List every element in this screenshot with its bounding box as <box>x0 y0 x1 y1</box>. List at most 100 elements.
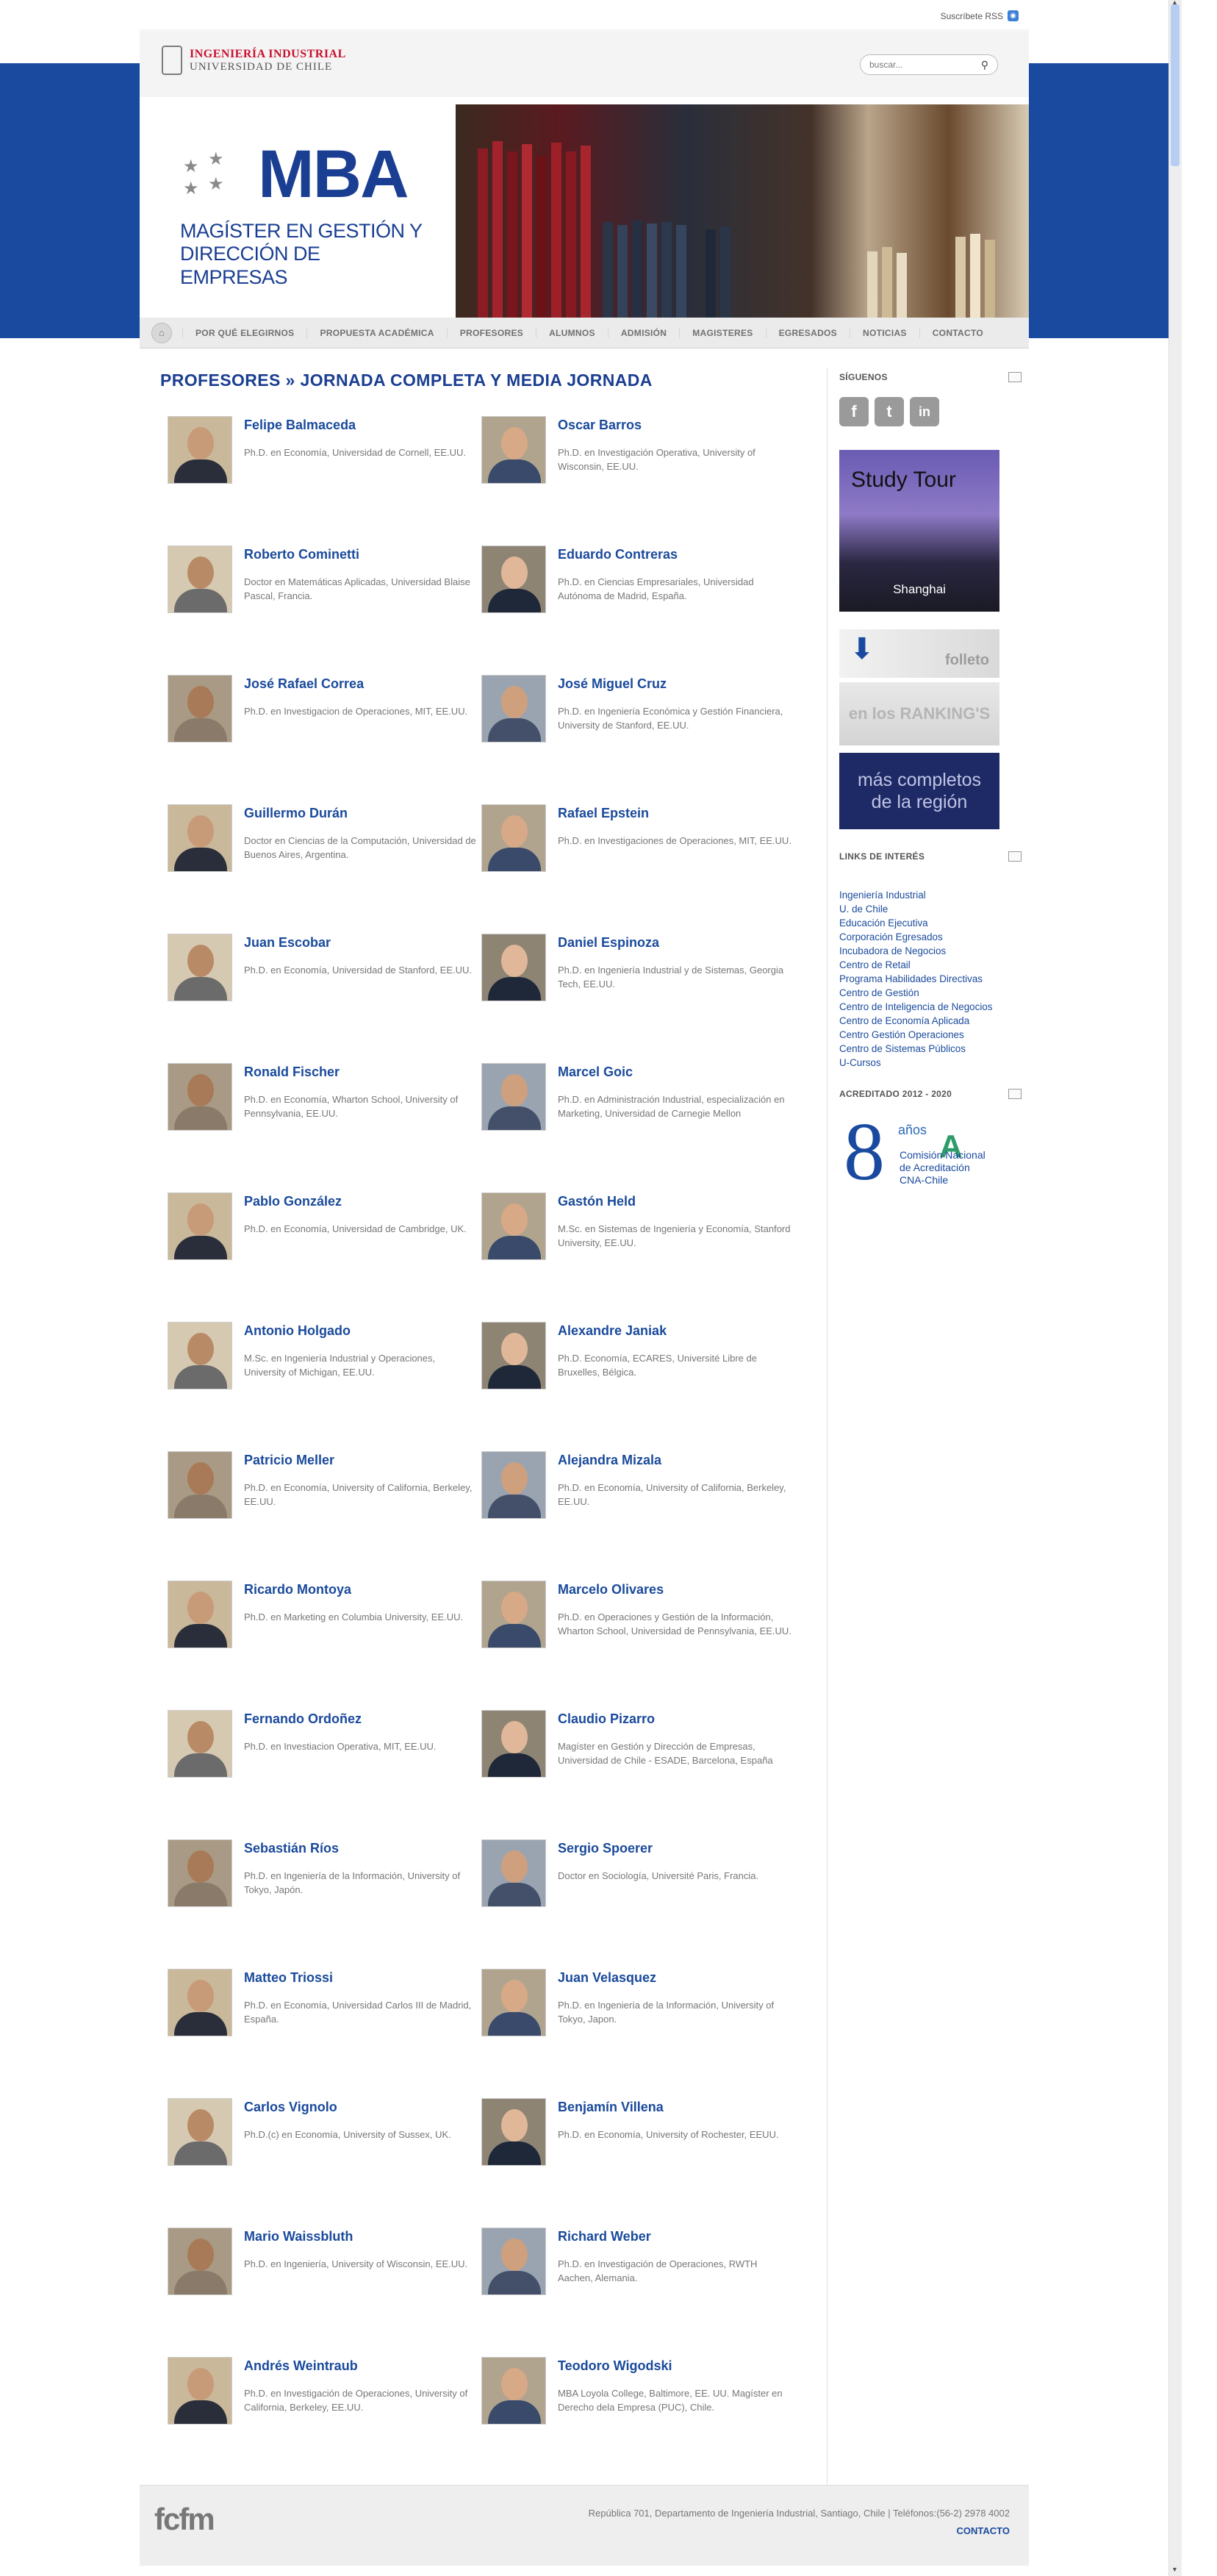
search-input[interactable] <box>869 60 972 70</box>
professor-card[interactable]: Ricardo Montoya Ph.D. en Marketing en Col… <box>168 1581 484 1661</box>
professor-photo[interactable] <box>168 1581 232 1648</box>
professor-card[interactable]: Ronald Fischer Ph.D. en Economía, Wharton… <box>168 1063 484 1144</box>
sidebar-link[interactable]: Programa Habilidades Directivas <box>839 972 1029 986</box>
professor-photo[interactable] <box>168 416 232 484</box>
professor-photo[interactable] <box>481 1581 546 1648</box>
professor-photo[interactable] <box>481 1192 546 1260</box>
professor-photo[interactable] <box>481 416 546 484</box>
sidebar-link[interactable]: U-Cursos <box>839 1056 1029 1070</box>
professor-card[interactable]: Alexandre Janiak Ph.D. Economía, ECARES, … <box>481 1322 797 1403</box>
professor-card[interactable]: Sergio Spoerer Doctor en Sociología, Univ… <box>481 1839 797 1920</box>
professor-photo[interactable] <box>168 545 232 613</box>
professor-name[interactable]: Matteo Triossi <box>244 1970 333 1986</box>
sidebar-link[interactable]: Incubadora de Negocios <box>839 944 1029 958</box>
professor-photo[interactable] <box>168 675 232 743</box>
professor-card[interactable]: Claudio Pizarro Magíster en Gestión y Dir… <box>481 1710 797 1791</box>
sidebar-link[interactable]: Centro Gestión Operaciones <box>839 1028 1029 1042</box>
professor-name[interactable]: Marcel Goic <box>558 1065 633 1080</box>
sidebar-link[interactable]: Centro de Gestión <box>839 986 1029 1000</box>
professor-name[interactable]: Carlos Vignolo <box>244 2100 337 2115</box>
professor-photo[interactable] <box>481 675 546 743</box>
professor-name[interactable]: Teodoro Wigodski <box>558 2358 672 2374</box>
scrollbar-thumb[interactable] <box>1171 4 1180 166</box>
professor-name[interactable]: Richard Weber <box>558 2229 651 2244</box>
nav-por-que-elegirnos[interactable]: POR QUÉ ELEGIRNOS <box>182 327 306 338</box>
search-box[interactable]: ⚲ <box>860 54 998 75</box>
professor-photo[interactable] <box>168 1451 232 1519</box>
nav-admision[interactable]: ADMISIÓN <box>607 327 679 338</box>
professor-card[interactable]: Daniel Espinoza Ph.D. en Ingeniería Indus… <box>481 934 797 1015</box>
nav-egresados[interactable]: EGRESADOS <box>765 327 850 338</box>
professor-card[interactable]: Felipe Balmaceda Ph.D. en Economía, Unive… <box>168 416 484 497</box>
professor-name[interactable]: Guillermo Durán <box>244 806 348 821</box>
professor-card[interactable]: Juan Escobar Ph.D. en Economía, Universid… <box>168 934 484 1015</box>
footer-contact-link[interactable]: CONTACTO <box>957 2525 1010 2536</box>
panel-toggle-icon[interactable] <box>1008 851 1022 862</box>
region-banner[interactable]: más completos de la región <box>839 753 999 829</box>
professor-photo[interactable] <box>168 1839 232 1907</box>
professor-photo[interactable] <box>481 2357 546 2425</box>
professor-photo[interactable] <box>168 804 232 872</box>
professor-photo[interactable] <box>481 545 546 613</box>
professor-name[interactable]: Benjamín Villena <box>558 2100 664 2115</box>
professor-name[interactable]: José Miguel Cruz <box>558 676 667 692</box>
professor-name[interactable]: Pablo González <box>244 1194 342 1209</box>
scrollbar[interactable]: ▲ ▼ <box>1168 0 1182 2576</box>
nav-propuesta-academica[interactable]: PROPUESTA ACADÉMICA <box>306 327 446 338</box>
nav-magisteres[interactable]: MAGISTERES <box>679 327 765 338</box>
professor-name[interactable]: Daniel Espinoza <box>558 935 659 951</box>
professor-card[interactable]: Rafael Epstein Ph.D. en Investigaciones d… <box>481 804 797 885</box>
professor-photo[interactable] <box>168 934 232 1001</box>
professor-card[interactable]: Juan Velasquez Ph.D. en Ingeniería de la … <box>481 1969 797 2050</box>
folleto-banner[interactable]: ⬇ folleto <box>839 629 999 678</box>
rss-icon[interactable]: ◉ <box>1008 10 1019 21</box>
professor-name[interactable]: Marcelo Olivares <box>558 1582 664 1598</box>
professor-card[interactable]: Teodoro Wigodski MBA Loyola College, Balt… <box>481 2357 797 2438</box>
professor-card[interactable]: José Rafael Correa Ph.D. en Investigacion… <box>168 675 484 756</box>
professor-name[interactable]: Felipe Balmaceda <box>244 418 356 433</box>
professor-card[interactable]: Eduardo Contreras Ph.D. en Ciencias Empre… <box>481 545 797 626</box>
professor-photo[interactable] <box>168 1063 232 1131</box>
professor-photo[interactable] <box>168 1192 232 1260</box>
professor-name[interactable]: Juan Escobar <box>244 935 331 951</box>
professor-name[interactable]: Andrés Weintraub <box>244 2358 358 2374</box>
professor-card[interactable]: Andrés Weintraub Ph.D. en Investigación d… <box>168 2357 484 2438</box>
professor-photo[interactable] <box>481 1451 546 1519</box>
professor-name[interactable]: Claudio Pizarro <box>558 1711 655 1727</box>
professor-photo[interactable] <box>168 1969 232 2036</box>
accreditation-badge[interactable]: 8 años A Comisión Nacional de Acreditaci… <box>839 1106 1008 1203</box>
professor-photo[interactable] <box>481 1710 546 1778</box>
professor-name[interactable]: Fernando Ordoñez <box>244 1711 362 1727</box>
professor-name[interactable]: Ronald Fischer <box>244 1065 340 1080</box>
professor-name[interactable]: Gastón Held <box>558 1194 636 1209</box>
sidebar-link[interactable]: Centro de Sistemas Públicos <box>839 1042 1029 1056</box>
home-icon[interactable]: ⌂ <box>151 322 172 343</box>
professor-card[interactable]: José Miguel Cruz Ph.D. en Ingeniería Econ… <box>481 675 797 756</box>
professor-photo[interactable] <box>168 1710 232 1778</box>
professor-photo[interactable] <box>168 2098 232 2166</box>
professor-card[interactable]: Antonio Holgado M.Sc. en Ingeniería Indus… <box>168 1322 484 1403</box>
professor-photo[interactable] <box>481 2098 546 2166</box>
professor-photo[interactable] <box>168 2357 232 2425</box>
professor-card[interactable]: Richard Weber Ph.D. en Investigación de O… <box>481 2228 797 2308</box>
sidebar-link[interactable]: Educación Ejecutiva <box>839 916 1029 930</box>
professor-name[interactable]: Sergio Spoerer <box>558 1841 653 1856</box>
sidebar-link[interactable]: Ingeniería Industrial <box>839 888 1029 902</box>
professor-card[interactable]: Carlos Vignolo Ph.D.(c) en Economía, Univ… <box>168 2098 484 2179</box>
search-icon[interactable]: ⚲ <box>981 59 988 71</box>
professor-card[interactable]: Mario Waissbluth Ph.D. en Ingeniería, Uni… <box>168 2228 484 2308</box>
professor-name[interactable]: Patricio Meller <box>244 1453 334 1468</box>
professor-card[interactable]: Benjamín Villena Ph.D. en Economía, Unive… <box>481 2098 797 2179</box>
professor-card[interactable]: Guillermo Durán Doctor en Ciencias de la … <box>168 804 484 885</box>
professor-photo[interactable] <box>481 934 546 1001</box>
panel-toggle-icon[interactable] <box>1008 372 1022 382</box>
facebook-icon[interactable]: f <box>839 397 869 426</box>
professor-photo[interactable] <box>481 804 546 872</box>
panel-toggle-icon[interactable] <box>1008 1089 1022 1099</box>
professor-name[interactable]: Ricardo Montoya <box>244 1582 351 1598</box>
professor-card[interactable]: Oscar Barros Ph.D. en Investigación Opera… <box>481 416 797 497</box>
professor-card[interactable]: Matteo Triossi Ph.D. en Economía, Univers… <box>168 1969 484 2050</box>
ranking-banner[interactable]: en los RANKING'S <box>839 682 999 745</box>
mba-logo[interactable]: ★ ★ ★ ★ MBA MAGÍSTER EN GESTIÓN Y DIRECCIÓN… <box>173 140 430 288</box>
professor-photo[interactable] <box>481 1322 546 1389</box>
